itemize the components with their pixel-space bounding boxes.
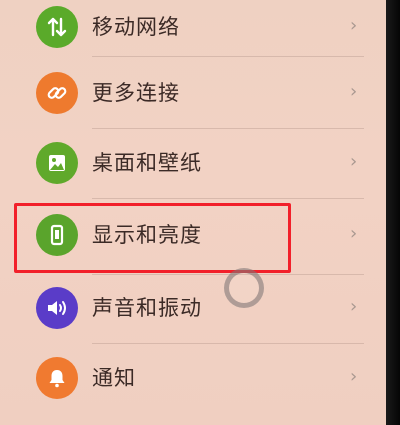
chevron-right-icon: › — [350, 15, 358, 36]
notification-bell-icon — [36, 357, 78, 399]
chevron-right-icon: › — [350, 366, 358, 387]
settings-item-label: 更多连接 — [92, 81, 180, 105]
divider — [92, 198, 364, 199]
chevron-right-icon: › — [350, 151, 358, 172]
settings-item-sound-vibration[interactable]: 声音和振动 › — [0, 273, 386, 343]
settings-item-more-connections[interactable]: 更多连接 › — [0, 58, 386, 128]
divider — [92, 56, 364, 57]
sound-vibration-icon — [36, 287, 78, 329]
settings-item-notifications[interactable]: 通知 › — [0, 343, 386, 413]
device-bezel — [386, 0, 400, 425]
chevron-right-icon: › — [350, 296, 358, 317]
settings-item-label: 声音和振动 — [92, 296, 202, 320]
touch-indicator — [224, 268, 264, 308]
settings-item-label: 桌面和壁纸 — [92, 151, 202, 175]
settings-item-mobile-network[interactable]: 移动网络 › — [0, 0, 386, 62]
settings-item-label: 通知 — [92, 366, 136, 390]
settings-item-label: 移动网络 — [92, 15, 180, 39]
wallpaper-icon — [36, 142, 78, 184]
mobile-network-icon — [36, 6, 78, 48]
chevron-right-icon: › — [350, 81, 358, 102]
chevron-right-icon: › — [350, 223, 358, 244]
highlight-annotation-box — [14, 203, 291, 273]
settings-item-desktop-wallpaper[interactable]: 桌面和壁纸 › — [0, 128, 386, 198]
link-icon — [36, 72, 78, 114]
